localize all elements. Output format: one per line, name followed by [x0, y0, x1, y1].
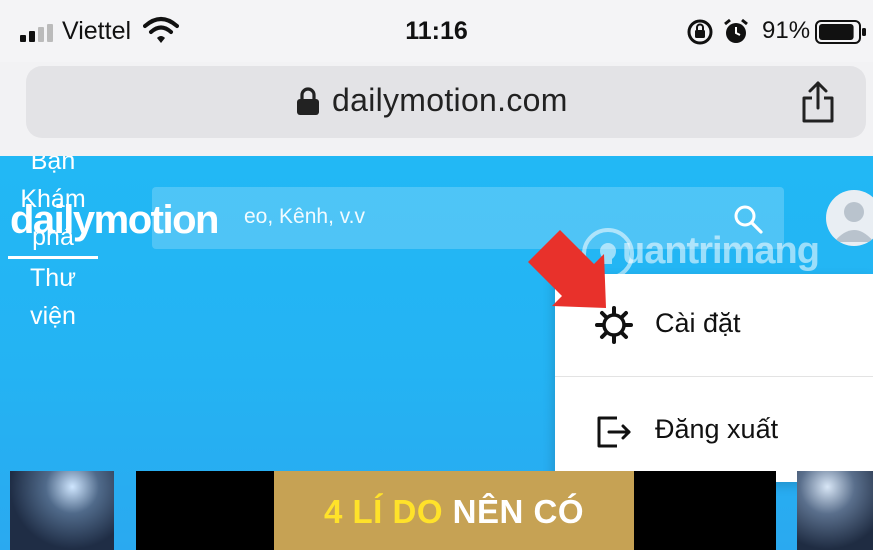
site-nav-menu: Bạn Khám phá Thư viện [8, 156, 98, 335]
promo-banner: 4 LÍ DO NÊN CÓ [274, 471, 634, 550]
share-icon[interactable] [800, 80, 836, 124]
battery-icon [815, 20, 866, 44]
video-thumbnail[interactable] [10, 471, 114, 550]
annotation-arrow [528, 230, 606, 308]
alarm-icon [724, 18, 748, 43]
rotation-lock-icon [687, 19, 713, 45]
banner-text: 4 LÍ DO NÊN CÓ [274, 493, 634, 531]
video-thumbnail[interactable] [797, 471, 873, 550]
web-page: Bạn Khám phá Thư viện eo, Kênh, v.v dail… [0, 156, 873, 550]
lock-icon [297, 87, 319, 115]
address-bar[interactable]: dailymotion.com [26, 66, 866, 138]
dailymotion-logo[interactable]: dailymotion [10, 198, 219, 243]
video-thumbnails-row: 4 LÍ DO NÊN CÓ [0, 471, 873, 550]
banner-rest: NÊN CÓ [443, 493, 585, 530]
logout-label: Đăng xuất [655, 414, 779, 444]
settings-label: Cài đặt [655, 308, 741, 338]
banner-highlight: 4 LÍ DO [323, 493, 443, 530]
status-bar: Viettel 11:16 91% [0, 0, 873, 62]
nav-item-ban[interactable]: Bạn [8, 156, 98, 180]
nav-item-thu-vien[interactable]: Thư viện [8, 259, 98, 335]
search-placeholder: eo, Kênh, v.v [244, 205, 366, 228]
logout-icon [597, 416, 631, 448]
toolbar-gap [0, 138, 873, 156]
url-text[interactable]: dailymotion.com [332, 82, 568, 119]
menu-item-logout[interactable]: Đăng xuất [555, 380, 873, 480]
battery-percent: 91% [762, 17, 811, 44]
menu-divider [555, 376, 873, 377]
video-thumbnail[interactable]: 4 LÍ DO NÊN CÓ [136, 471, 776, 550]
watermark-text: uantrimang [622, 230, 820, 272]
